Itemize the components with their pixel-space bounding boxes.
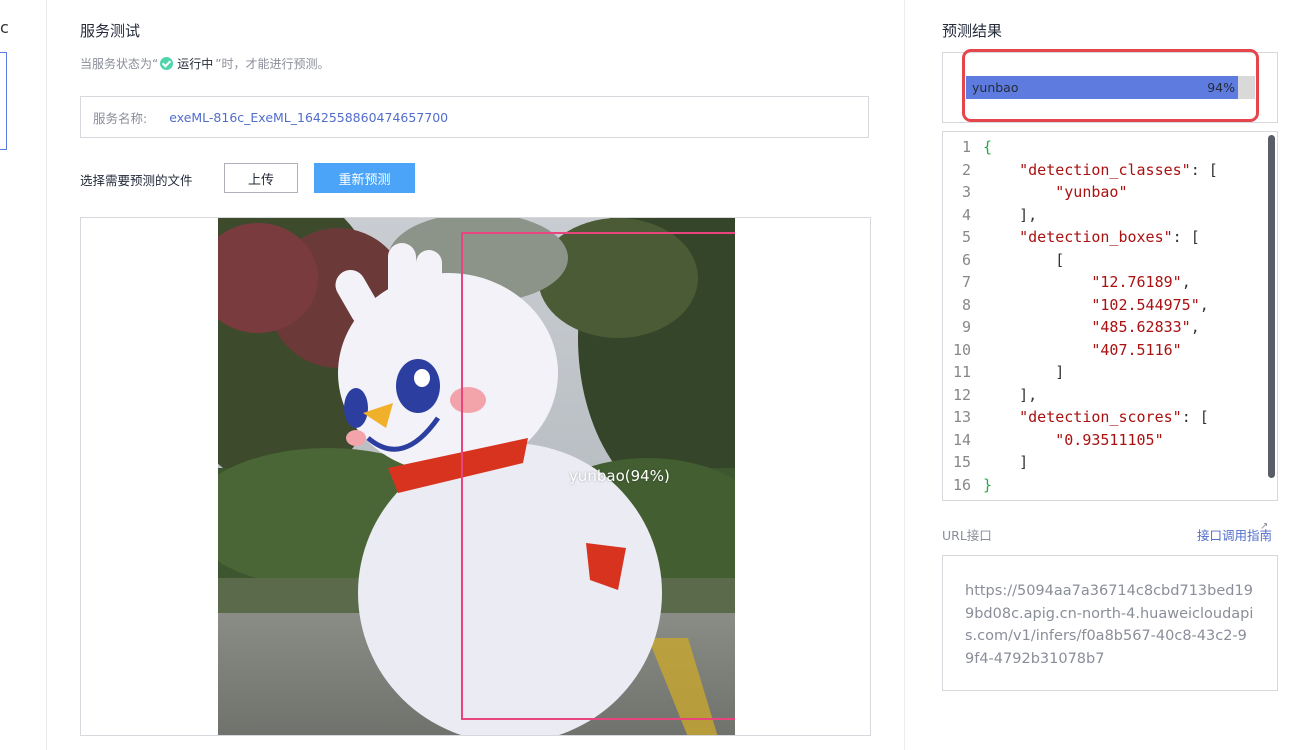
code-line: "102.544975", xyxy=(1091,295,1209,314)
json-box-value: "485.62833" xyxy=(1091,318,1191,336)
line-number: 5 xyxy=(961,228,971,246)
service-test-title: 服务测试 xyxy=(80,22,141,40)
line-number: 12 xyxy=(952,385,971,404)
code-scrollbar[interactable] xyxy=(1268,135,1275,478)
code-line: "detection_scores": [ xyxy=(1019,408,1209,426)
line-number: 3 xyxy=(961,183,971,201)
json-result-viewer[interactable]: 1 2 3 4 5 6 7 8 9 10 11 12 13 14 15 16 {… xyxy=(942,131,1278,501)
external-link-icon[interactable]: ↗ xyxy=(1260,521,1268,532)
code-line: "485.62833", xyxy=(1091,318,1200,336)
line-number: 11 xyxy=(952,363,971,381)
code-line: "407.5116" xyxy=(983,339,1218,362)
line-number: 2 xyxy=(961,160,971,179)
upload-button[interactable]: 上传 xyxy=(224,163,298,193)
column-divider xyxy=(904,0,905,750)
line-number: 9 xyxy=(961,318,971,336)
line-number: 14 xyxy=(952,430,971,449)
json-key: "detection_boxes" xyxy=(1019,228,1173,246)
status-running-text: 运行中 xyxy=(177,57,214,71)
json-key: "detection_scores" xyxy=(1019,408,1182,426)
left-panel xyxy=(0,0,47,750)
line-number: 1 xyxy=(961,138,971,156)
line-number-gutter: 1 2 3 4 5 6 7 8 9 10 11 12 13 14 15 16 xyxy=(943,136,974,496)
code-line: ], xyxy=(983,205,1038,224)
check-circle-icon xyxy=(160,57,174,70)
choose-file-label: 选择需要预测的文件 xyxy=(80,173,193,188)
service-name-label: 服务名称: xyxy=(93,110,148,126)
json-box-value: "102.544975" xyxy=(1091,295,1200,314)
code-line: "detection_classes": [ xyxy=(1019,160,1218,179)
prediction-result-title: 预测结果 xyxy=(942,22,1003,40)
code-line: "0.93511105" xyxy=(983,429,1218,452)
left-panel-selected-card[interactable] xyxy=(0,52,7,150)
status-hint: 当服务状态为“ 运行中 ”时，才能进行预测。 xyxy=(80,55,329,72)
line-number: 16 xyxy=(952,475,971,494)
line-number: 13 xyxy=(952,408,971,426)
code-line: ] xyxy=(983,363,1065,381)
code-line: } xyxy=(983,475,993,494)
line-number: 7 xyxy=(961,273,971,291)
json-code: { "detection_classes": [ "yunbao" ], "de… xyxy=(983,136,1218,496)
left-panel-partial-text: c xyxy=(0,18,9,37)
line-number: 8 xyxy=(961,295,971,314)
json-class-value: "yunbao" xyxy=(1055,183,1128,201)
service-name-box: 服务名称: exeML-816c_ExeML_16425588604746577… xyxy=(80,96,869,138)
url-interface-label: URL接口 xyxy=(942,528,992,543)
json-score-value: "0.93511105" xyxy=(1055,430,1164,449)
repredict-button[interactable]: 重新预测 xyxy=(314,163,415,193)
line-number: 10 xyxy=(952,340,971,359)
service-name-value: exeML-816c_ExeML_1642558860474657700 xyxy=(169,109,449,125)
code-line: "12.76189", xyxy=(1091,273,1191,291)
prediction-image-area: yunbao(94%) xyxy=(80,217,871,736)
json-key: "detection_classes" xyxy=(1019,160,1191,179)
uploaded-photo: yunbao(94%) xyxy=(218,218,735,735)
code-line: ] xyxy=(983,453,1029,471)
code-line: "detection_boxes": [ xyxy=(1019,228,1200,246)
hint-suffix: ”时，才能进行预测。 xyxy=(215,57,330,71)
line-number: 4 xyxy=(961,205,971,224)
code-line: [ xyxy=(983,250,1065,269)
hint-prefix: 当服务状态为“ xyxy=(80,57,159,71)
line-number: 6 xyxy=(961,250,971,269)
code-line: { xyxy=(983,138,993,156)
line-number: 15 xyxy=(952,453,971,471)
url-value-box[interactable]: https://5094aa7a36714c8cbd713bed199bd08c… xyxy=(942,555,1278,691)
code-line: "yunbao" xyxy=(983,181,1218,204)
detection-label: yunbao(94%) xyxy=(569,467,670,485)
json-box-value: "407.5116" xyxy=(1091,340,1182,359)
code-line: ], xyxy=(983,385,1038,404)
highlight-annotation xyxy=(962,49,1259,122)
json-box-value: "12.76189" xyxy=(1091,273,1182,291)
